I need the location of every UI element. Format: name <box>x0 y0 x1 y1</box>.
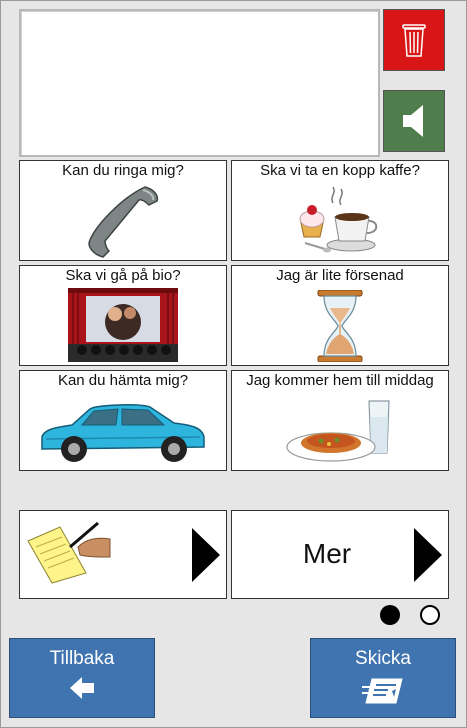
phone-receiver-icon <box>88 186 159 258</box>
back-label: Tillbaka <box>49 648 115 669</box>
phrase-tile-cinema[interactable]: Ska vi gå på bio? <box>19 265 227 366</box>
phrase-tile-late[interactable]: Jag är lite försenad <box>231 265 449 366</box>
tile-label: Kan du hämta mig? <box>57 372 189 389</box>
phrase-tile-call-me[interactable]: Kan du ringa mig? <box>19 160 227 261</box>
tile-label: Ska vi ta en kopp kaffe? <box>260 162 420 179</box>
phrase-tile-dinner[interactable]: Jag kommer hem till middag <box>231 370 449 471</box>
hourglass-icon <box>317 290 363 362</box>
more-label: Mer <box>302 538 352 569</box>
phrase-tile-coffee[interactable]: Ska vi ta en kopp kaffe? <box>231 160 449 261</box>
arrow-right-icon <box>192 528 220 582</box>
coffee-cup-cake-icon <box>299 186 378 253</box>
send-label: Skicka <box>355 648 411 669</box>
back-button[interactable]: Tillbaka <box>9 638 155 718</box>
tile-label: Ska vi gå på bio? <box>65 267 181 284</box>
tile-label: Jag kommer hem till middag <box>246 372 434 389</box>
page-indicator-active[interactable] <box>380 605 400 625</box>
arrow-left-icon <box>70 677 94 699</box>
more-tile[interactable]: Mer <box>231 510 449 599</box>
trash-can-icon <box>402 24 426 57</box>
tile-label: Jag är lite försenad <box>276 267 404 284</box>
tile-label: Kan du ringa mig? <box>62 162 184 179</box>
page-indicator-inactive[interactable] <box>420 605 440 625</box>
dinner-icon <box>286 400 390 462</box>
phrase-tile-pick-up[interactable]: Kan du hämta mig? <box>19 370 227 471</box>
speak-button[interactable] <box>383 90 445 152</box>
cinema-icon <box>68 288 178 362</box>
arrow-right-icon <box>414 528 442 582</box>
delete-button[interactable] <box>383 9 445 71</box>
send-letter-icon <box>362 678 403 704</box>
notepad-tile[interactable] <box>19 510 227 599</box>
send-button[interactable]: Skicka <box>310 638 456 718</box>
car-icon <box>41 404 205 462</box>
speaker-icon <box>403 105 423 137</box>
writing-notepad-icon <box>27 521 111 584</box>
message-display[interactable] <box>19 9 380 157</box>
